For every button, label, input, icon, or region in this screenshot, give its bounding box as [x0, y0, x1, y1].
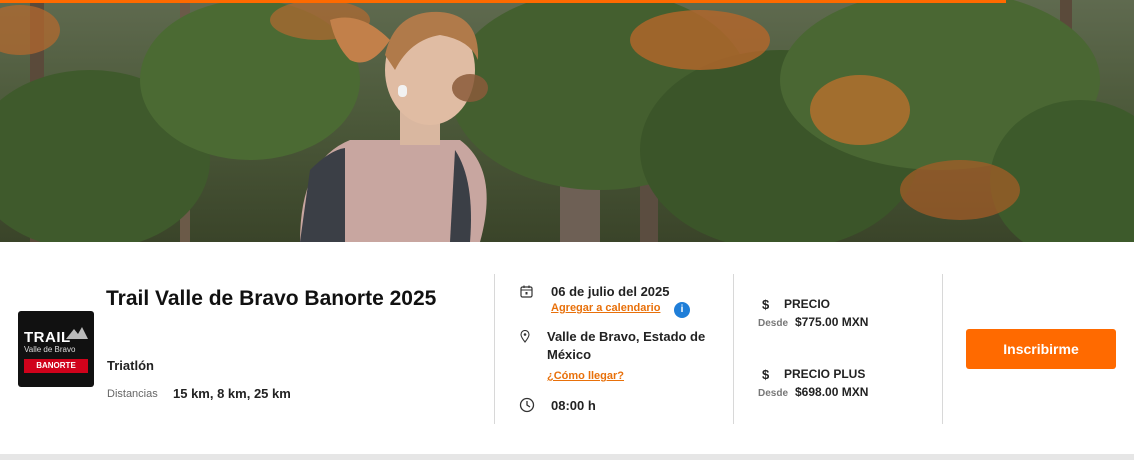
logo-sponsor-badge: BANORTE — [24, 359, 88, 373]
register-button[interactable]: Inscribirme — [966, 329, 1116, 369]
event-logo: TRAIL Valle de Bravo BANORTE — [18, 311, 94, 387]
calendar-icon — [520, 285, 533, 298]
directions-link[interactable]: ¿Cómo llegar? — [547, 370, 624, 382]
price-value: $775.00 MXN — [795, 315, 869, 329]
event-location: Valle de Bravo, Estado de México — [547, 329, 706, 362]
info-icon[interactable]: i — [674, 302, 690, 318]
dollar-icon: $ — [762, 297, 770, 312]
price-label: PRECIO — [784, 297, 831, 311]
event-category: Triatlón — [107, 358, 154, 373]
logo-text-trail: TRAIL — [24, 329, 71, 346]
event-time: 08:00 h — [551, 398, 596, 413]
price-plus-label: PRECIO PLUS — [784, 367, 866, 381]
logo-text-location: Valle de Bravo — [24, 345, 76, 354]
dollar-icon: $ — [762, 367, 770, 382]
column-divider — [942, 274, 943, 424]
bottom-divider — [0, 454, 1134, 460]
hero-image — [0, 0, 1134, 242]
column-divider — [733, 274, 734, 424]
price-from-label: Desde — [758, 318, 789, 329]
distances-label: Distancias — [107, 388, 158, 400]
distances-value: 15 km, 8 km, 25 km — [173, 386, 291, 401]
map-pin-icon — [520, 330, 530, 343]
add-to-calendar-link[interactable]: Agregar a calendario — [551, 302, 660, 314]
event-date: 06 de julio del 2025 — [551, 284, 670, 299]
price-plus-value: $698.00 MXN — [795, 385, 869, 399]
column-divider — [494, 274, 495, 424]
price-plus-from-label: Desde — [758, 388, 789, 399]
hero-photo-illustration — [0, 0, 1134, 242]
progress-bar — [0, 0, 1006, 3]
event-title: Trail Valle de Bravo Banorte 2025 — [106, 287, 437, 310]
clock-icon — [519, 397, 535, 413]
